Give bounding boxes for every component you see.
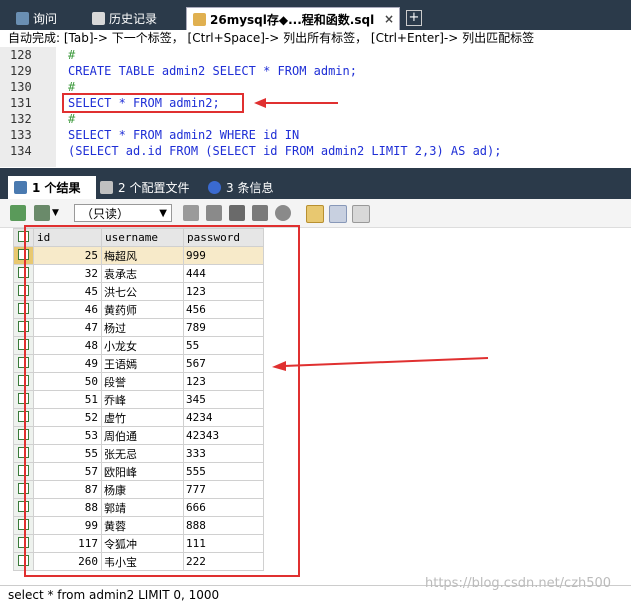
chevron-down-icon[interactable]: ▼ xyxy=(52,205,62,221)
import-icon[interactable] xyxy=(34,205,50,221)
export-icon[interactable] xyxy=(10,205,26,221)
code-line: # xyxy=(68,112,76,126)
new-tab-button[interactable]: + xyxy=(406,10,422,26)
tab-messages[interactable]: 3 条信息 xyxy=(202,176,288,199)
result-grid: id username password 25 梅超风 999 32 袁承志 444 45 洪… xyxy=(0,225,631,584)
line-number: 132 xyxy=(10,112,32,126)
query-icon xyxy=(16,12,29,25)
grid-icon xyxy=(14,181,27,194)
tab-sql-file[interactable]: 26mysql存◆...程和函数.sql × xyxy=(186,7,400,30)
line-number: 130 xyxy=(10,80,32,94)
sql-file-icon xyxy=(193,12,206,26)
cancel-icon[interactable] xyxy=(275,205,291,221)
result-tab-bar: 1 个结果 2 个配置文件 3 条信息 xyxy=(0,176,631,199)
tab-sql-file-label: 26mysql存◆...程和函数.sql xyxy=(210,12,375,27)
code-line: (SELECT ad.id FROM (SELECT id FROM admin… xyxy=(68,144,502,158)
tab-query-label: 询问 xyxy=(33,12,58,26)
highlight-box xyxy=(62,93,244,113)
tab-profiles-label: 2 个配置文件 xyxy=(118,181,190,195)
watermark: https://blog.csdn.net/czh500 xyxy=(425,576,612,591)
tab-history-label: 历史记录 xyxy=(109,12,158,26)
tab-query[interactable]: 询问 xyxy=(10,7,84,30)
tab-results-label: 1 个结果 xyxy=(32,181,81,195)
line-number: 133 xyxy=(10,128,32,142)
annotation-arrow xyxy=(272,357,489,371)
query-tab-bar: 询问 历史记录 26mysql存◆...程和函数.sql × + xyxy=(0,0,631,30)
tab-history[interactable]: 历史记录 xyxy=(86,7,184,30)
delete-icon[interactable] xyxy=(252,205,268,221)
tab-messages-label: 3 条信息 xyxy=(226,181,274,195)
chevron-down-icon: ▼ xyxy=(159,208,167,219)
history-icon xyxy=(92,12,105,25)
info-icon xyxy=(208,181,221,194)
code-line: # xyxy=(68,48,76,62)
panel-splitter[interactable] xyxy=(0,168,631,176)
highlight-box xyxy=(24,225,300,577)
tab-profiles[interactable]: 2 个配置文件 xyxy=(94,176,204,199)
line-number: 128 xyxy=(10,48,32,62)
line-number: 131 xyxy=(10,96,32,110)
text-view-icon[interactable] xyxy=(352,205,370,223)
line-number: 134 xyxy=(10,144,32,158)
form-view-icon[interactable] xyxy=(329,205,347,223)
close-icon[interactable]: × xyxy=(384,12,394,26)
tab-results[interactable]: 1 个结果 xyxy=(8,176,96,199)
mode-select[interactable]: （只读） ▼ xyxy=(74,204,172,222)
sql-editor[interactable]: 128 129 130 131 132 133 134 # CREATE TAB… xyxy=(0,47,631,167)
autocomplete-hint: 自动完成: [Tab]-> 下一个标签， [Ctrl+Space]-> 列出所有… xyxy=(0,30,631,47)
annotation-arrow xyxy=(254,98,338,108)
mode-select-value: （只读） xyxy=(81,207,130,221)
code-line: SELECT * FROM admin2 WHERE id IN xyxy=(68,128,300,142)
line-number: 129 xyxy=(10,64,32,78)
copy-row-icon[interactable] xyxy=(206,205,222,221)
save-icon[interactable] xyxy=(229,205,245,221)
result-toolbar: ▼ （只读） ▼ xyxy=(0,199,631,228)
add-row-icon[interactable] xyxy=(183,205,199,221)
grid-view-icon[interactable] xyxy=(306,205,324,223)
code-line: CREATE TABLE admin2 SELECT * FROM admin; xyxy=(68,64,357,78)
profile-icon xyxy=(100,181,113,194)
